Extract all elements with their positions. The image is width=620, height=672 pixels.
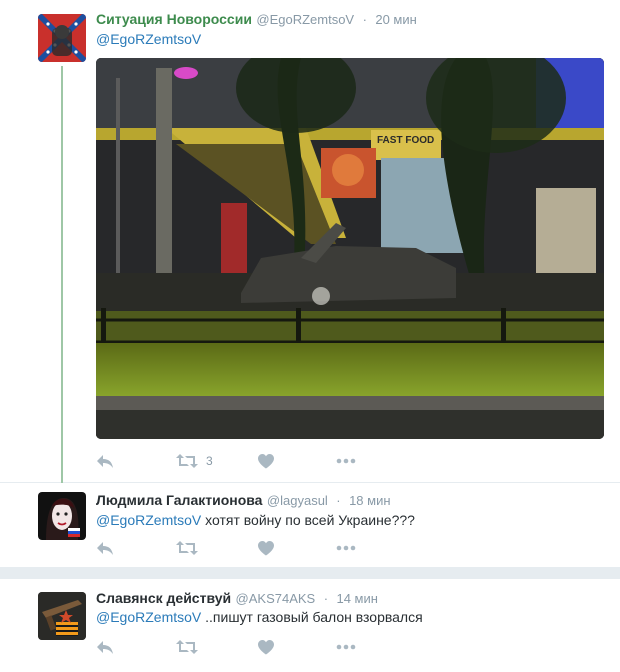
retweet-button[interactable] xyxy=(176,637,198,657)
user-handle[interactable]: @EgoRZemtsoV xyxy=(256,12,354,27)
mention-link[interactable]: @EgoRZemtsoV xyxy=(96,512,201,528)
timestamp[interactable]: 20 мин xyxy=(375,12,416,27)
mention-link[interactable]: @EgoRZemtsoV xyxy=(96,31,201,47)
user-name[interactable]: Ситуация Новороссии xyxy=(96,11,252,27)
reply-icon xyxy=(97,455,113,468)
retweet-count: 3 xyxy=(206,454,213,468)
tweet-header: Людмила Галактионова @lagyasul · 18 мин xyxy=(96,492,391,510)
tweet-actions: 3 xyxy=(96,451,516,471)
avatar[interactable] xyxy=(38,592,86,640)
tweet-text: @EgoRZemtsoV xyxy=(96,31,201,47)
user-handle[interactable]: @lagyasul xyxy=(267,493,328,508)
timestamp[interactable]: 14 мин xyxy=(336,591,377,606)
tweet-1[interactable]: Ситуация Новороссии @EgoRZemtsoV · 20 ми… xyxy=(0,0,620,490)
more-button[interactable] xyxy=(336,637,356,657)
tweet-body: хотят войну по всей Украине??? xyxy=(201,512,415,528)
like-icon xyxy=(258,453,274,468)
fast-food-sign: FAST FOOD xyxy=(377,135,434,146)
user-handle[interactable]: @AKS74AKS xyxy=(236,591,316,606)
retweet-icon xyxy=(176,541,198,555)
more-icon xyxy=(336,458,356,464)
like-button[interactable] xyxy=(258,451,274,471)
retweet-icon xyxy=(176,640,198,654)
more-icon xyxy=(336,545,356,551)
like-icon xyxy=(258,540,274,555)
thread-line xyxy=(61,66,63,490)
separator: · xyxy=(362,12,367,27)
timestamp[interactable]: 18 мин xyxy=(349,493,390,508)
tweet-3[interactable]: Славянск действуй @AKS74AKS · 14 мин @Eg… xyxy=(0,579,620,672)
reply-button[interactable] xyxy=(96,538,114,558)
retweet-button[interactable]: 3 xyxy=(176,451,213,471)
tweet-body: ..пишут газовый балон взорвался xyxy=(201,609,423,625)
reply-button[interactable] xyxy=(96,451,114,471)
reply-button[interactable] xyxy=(96,637,114,657)
tweet-2[interactable]: Людмила Галактионова @lagyasul · 18 мин … xyxy=(0,483,620,567)
tweet-header: Ситуация Новороссии @EgoRZemtsoV · 20 ми… xyxy=(96,11,417,29)
avatar[interactable] xyxy=(38,492,86,540)
separator: · xyxy=(336,493,341,508)
more-icon xyxy=(336,644,356,650)
more-button[interactable] xyxy=(336,451,356,471)
tweet-text: @EgoRZemtsoV ..пишут газовый балон взорв… xyxy=(96,609,423,625)
retweet-icon xyxy=(176,454,198,468)
more-button[interactable] xyxy=(336,538,356,558)
avatar[interactable] xyxy=(38,14,86,62)
tweet-photo[interactable]: FAST FOOD xyxy=(96,58,604,439)
reply-icon xyxy=(97,641,113,654)
like-button[interactable] xyxy=(258,637,274,657)
tweet-actions xyxy=(96,637,516,657)
user-name[interactable]: Людмила Галактионова xyxy=(96,492,262,508)
tweet-actions xyxy=(96,538,516,558)
like-icon xyxy=(258,639,274,654)
reply-icon xyxy=(97,542,113,555)
tweet-text: @EgoRZemtsoV хотят войну по всей Украине… xyxy=(96,512,415,528)
mention-link[interactable]: @EgoRZemtsoV xyxy=(96,609,201,625)
retweet-button[interactable] xyxy=(176,538,198,558)
like-button[interactable] xyxy=(258,538,274,558)
separator: · xyxy=(323,591,329,606)
user-name[interactable]: Славянск действуй xyxy=(96,590,231,606)
tweet-header: Славянск действуй @AKS74AKS · 14 мин xyxy=(96,590,378,608)
